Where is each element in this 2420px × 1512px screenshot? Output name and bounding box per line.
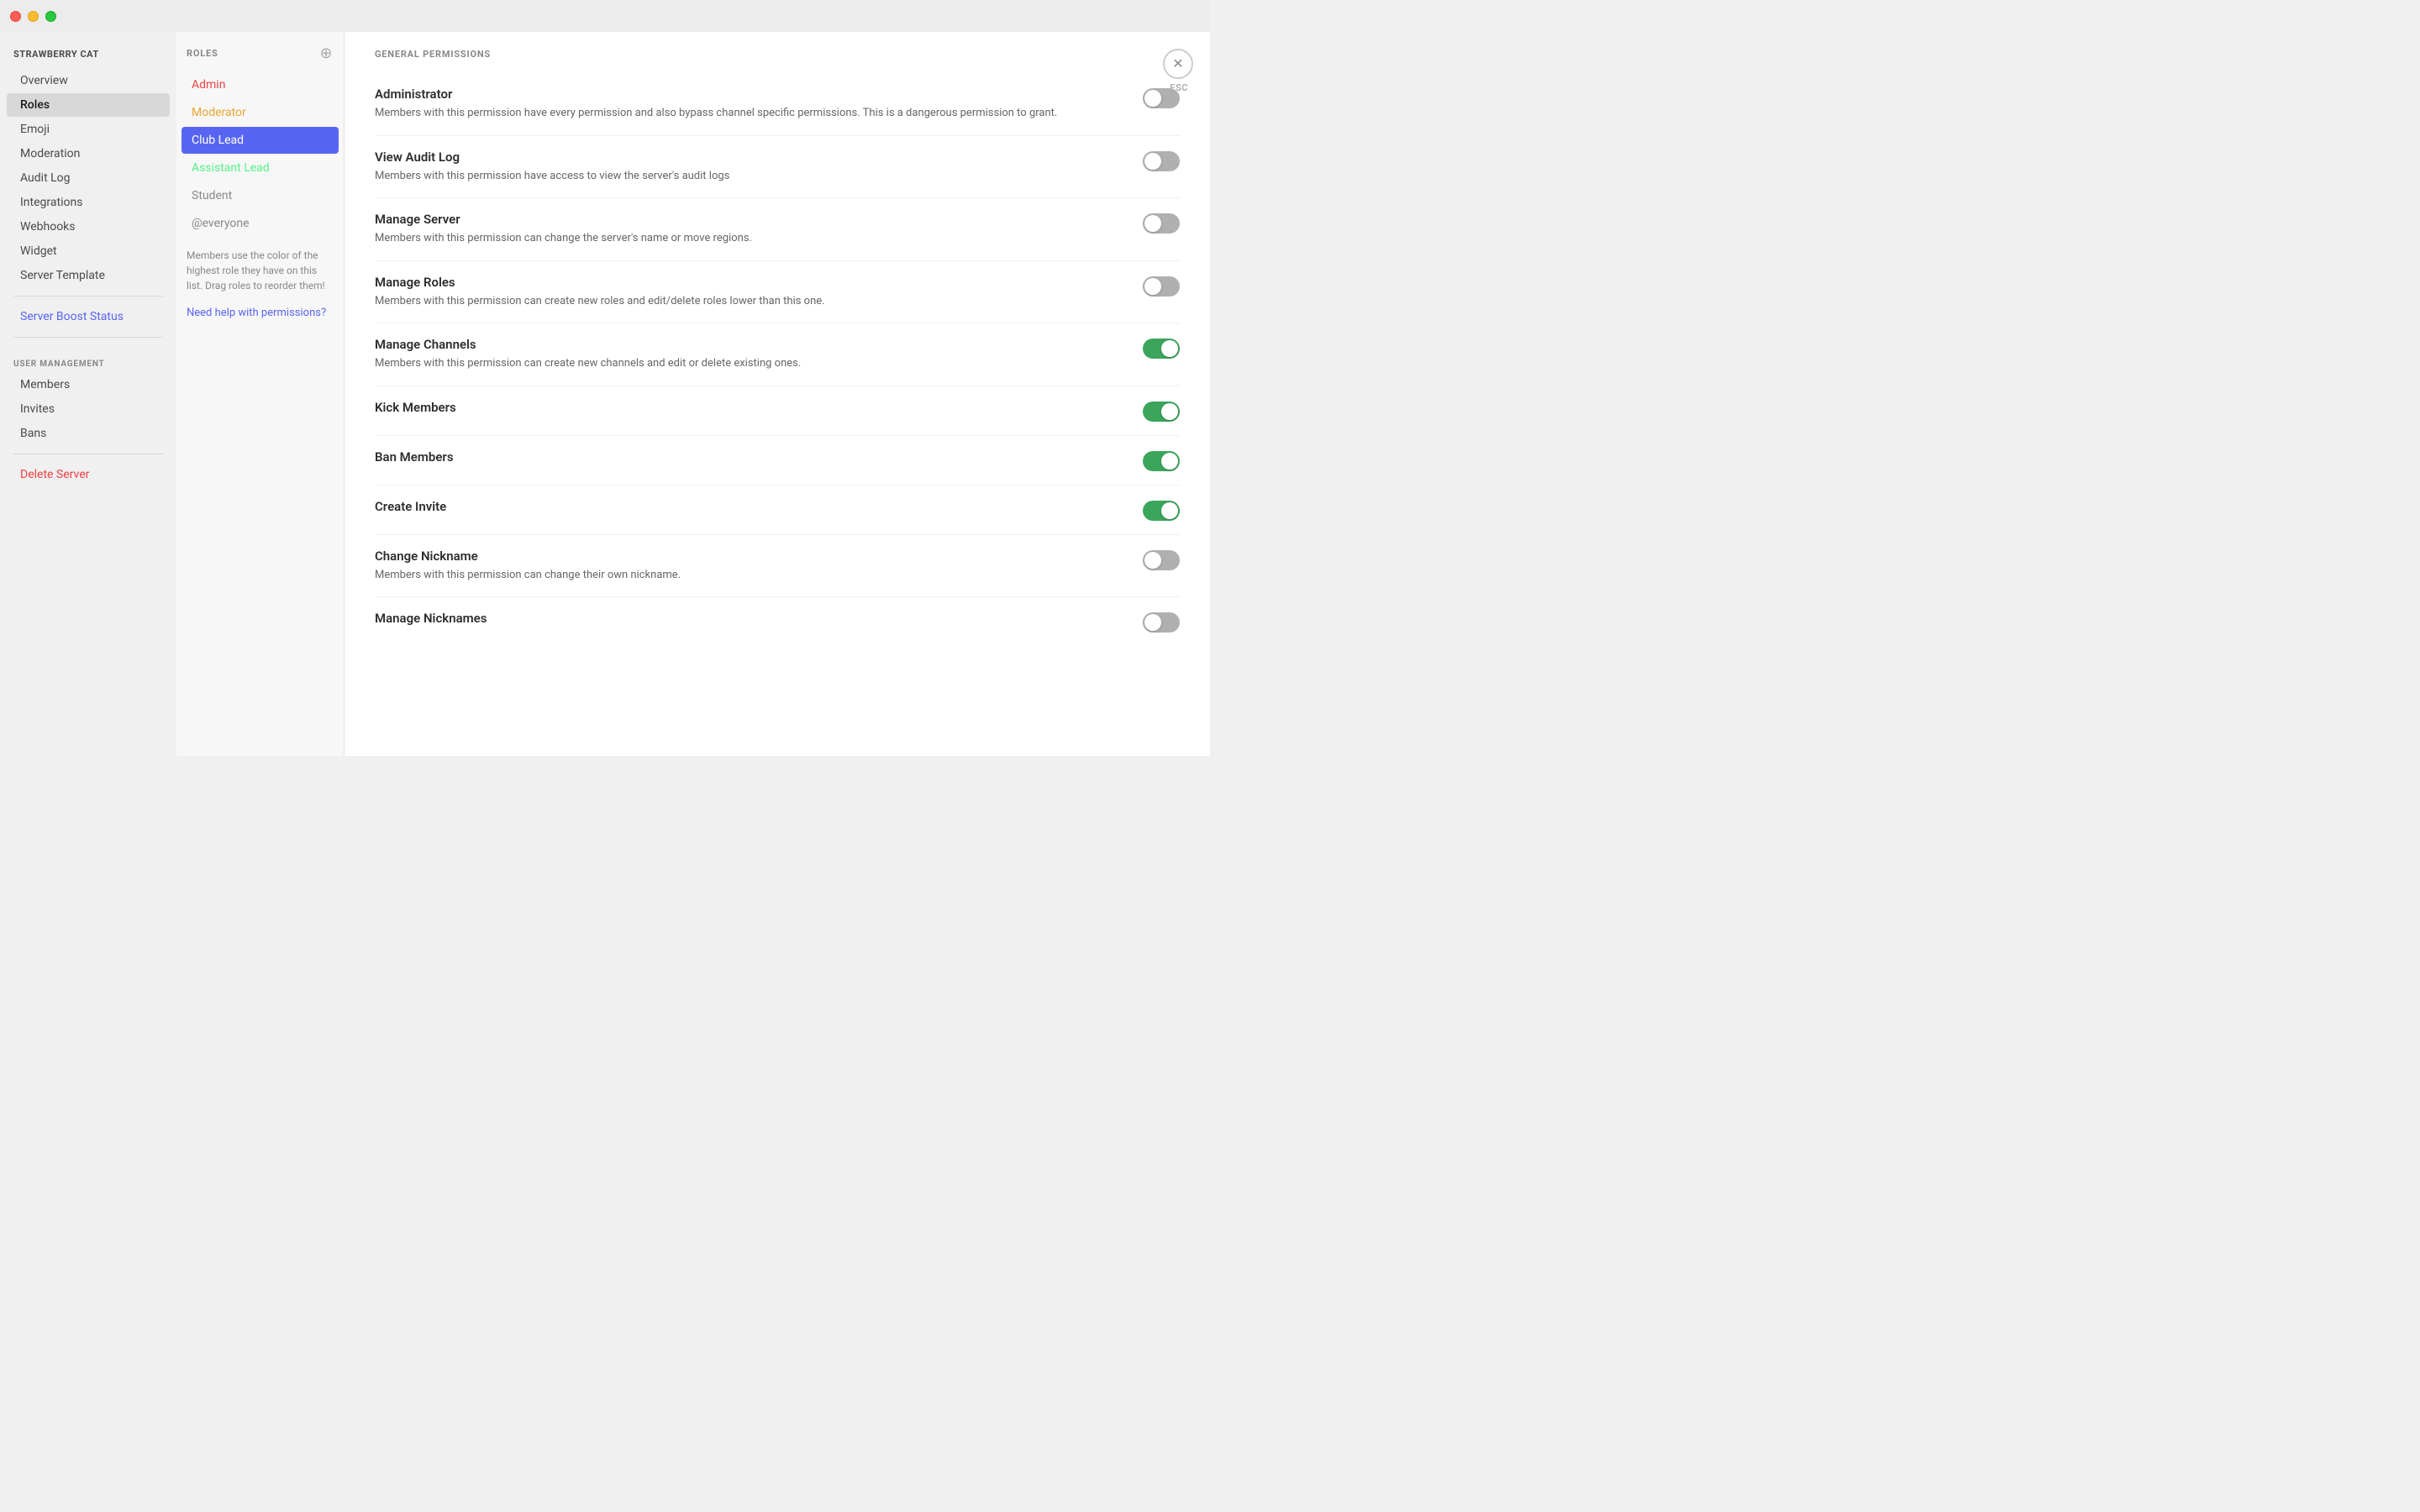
- toggle-administrator[interactable]: [1143, 88, 1180, 108]
- roles-header: ROLES ⊕: [176, 45, 344, 71]
- permission-name-view-audit-log: View Audit Log: [375, 150, 1126, 165]
- permission-name-manage-server: Manage Server: [375, 212, 1126, 227]
- toggle-kick-members[interactable]: [1143, 402, 1180, 422]
- toggle-container-view-audit-log: [1143, 150, 1180, 171]
- permissions-panel: ✕ ESC GENERAL PERMISSIONS AdministratorM…: [345, 32, 1210, 756]
- sidebar-item-moderation[interactable]: Moderation: [7, 142, 170, 165]
- role-item-student[interactable]: Student: [182, 182, 339, 209]
- sidebar-item-emoji[interactable]: Emoji: [7, 118, 170, 141]
- toggle-view-audit-log[interactable]: [1143, 151, 1180, 171]
- title-bar: [0, 0, 1210, 32]
- permission-desc-manage-server: Members with this permission can change …: [375, 230, 1126, 247]
- permission-name-administrator: Administrator: [375, 87, 1126, 102]
- role-item-everyone[interactable]: @everyone: [182, 210, 339, 237]
- permission-desc-view-audit-log: Members with this permission have access…: [375, 168, 1126, 185]
- sidebar-divider-2: [13, 337, 163, 338]
- toggle-create-invite[interactable]: [1143, 501, 1180, 521]
- toggle-container-create-invite: [1143, 499, 1180, 521]
- roles-header-label: ROLES: [187, 48, 218, 59]
- add-role-button[interactable]: ⊕: [318, 45, 334, 60]
- permission-name-manage-channels: Manage Channels: [375, 337, 1126, 352]
- permission-desc-change-nickname: Members with this permission can change …: [375, 567, 1126, 584]
- toggle-manage-roles[interactable]: [1143, 276, 1180, 297]
- need-help-link[interactable]: Need help with permissions?: [176, 303, 344, 323]
- permission-row-ban-members: Ban Members: [375, 436, 1180, 486]
- permission-name-manage-roles: Manage Roles: [375, 275, 1126, 290]
- user-management-label: USER MANAGEMENT: [0, 346, 176, 372]
- permission-info-kick-members: Kick Members: [375, 400, 1143, 418]
- permission-info-manage-nicknames: Manage Nicknames: [375, 611, 1143, 629]
- sidebar-item-audit-log[interactable]: Audit Log: [7, 166, 170, 190]
- toggle-container-manage-nicknames: [1143, 611, 1180, 633]
- role-item-club-lead[interactable]: Club Lead: [182, 127, 339, 154]
- permission-desc-manage-roles: Members with this permission can create …: [375, 293, 1126, 310]
- permission-info-manage-roles: Manage Roles Members with this permission…: [375, 275, 1143, 310]
- toggle-manage-server[interactable]: [1143, 213, 1180, 234]
- toggle-manage-channels[interactable]: [1143, 339, 1180, 359]
- sidebar-item-delete-server[interactable]: Delete Server: [7, 463, 170, 486]
- permissions-section-label: GENERAL PERMISSIONS: [375, 49, 1180, 60]
- permissions-list: Administrator Members with this permissio…: [375, 73, 1180, 646]
- toggle-container-manage-channels: [1143, 337, 1180, 359]
- permission-row-manage-roles: Manage Roles Members with this permission…: [375, 261, 1180, 324]
- toggle-container-manage-server: [1143, 212, 1180, 234]
- sidebar-item-members[interactable]: Members: [7, 373, 170, 396]
- permission-row-kick-members: Kick Members: [375, 386, 1180, 436]
- main-nav: OverviewRolesEmojiModerationAudit LogInt…: [0, 69, 176, 287]
- permission-info-create-invite: Create Invite: [375, 499, 1143, 517]
- permission-desc-administrator: Members with this permission have every …: [375, 105, 1126, 122]
- toggle-manage-nicknames[interactable]: [1143, 612, 1180, 633]
- toggle-container-ban-members: [1143, 449, 1180, 471]
- permission-desc-manage-channels: Members with this permission can create …: [375, 355, 1126, 372]
- roles-panel: ROLES ⊕ AdminModeratorClub LeadAssistant…: [176, 32, 345, 756]
- sidebar-item-server-boost-status[interactable]: Server Boost Status: [7, 305, 170, 328]
- sidebar-item-integrations[interactable]: Integrations: [7, 191, 170, 214]
- toggle-container-change-nickname: [1143, 549, 1180, 570]
- permission-name-manage-nicknames: Manage Nicknames: [375, 611, 1126, 626]
- roles-hint: Members use the color of the highest rol…: [176, 238, 344, 303]
- permission-info-manage-server: Manage Server Members with this permissio…: [375, 212, 1143, 247]
- close-icon[interactable]: ✕: [1163, 49, 1193, 79]
- role-item-moderator[interactable]: Moderator: [182, 99, 339, 126]
- sidebar-item-widget[interactable]: Widget: [7, 239, 170, 263]
- left-sidebar: STRAWBERRY CAT OverviewRolesEmojiModerat…: [0, 32, 176, 756]
- permission-name-kick-members: Kick Members: [375, 400, 1126, 415]
- main-content: STRAWBERRY CAT OverviewRolesEmojiModerat…: [0, 32, 1210, 756]
- server-name: STRAWBERRY CAT: [0, 49, 176, 68]
- role-item-assistant-lead[interactable]: Assistant Lead: [182, 155, 339, 181]
- permission-row-manage-nicknames: Manage Nicknames: [375, 597, 1180, 646]
- close-button[interactable]: [10, 11, 21, 22]
- permission-name-create-invite: Create Invite: [375, 499, 1126, 514]
- permission-info-administrator: Administrator Members with this permissio…: [375, 87, 1143, 122]
- sidebar-item-webhooks[interactable]: Webhooks: [7, 215, 170, 239]
- permission-info-view-audit-log: View Audit Log Members with this permissi…: [375, 150, 1143, 185]
- minimize-button[interactable]: [28, 11, 39, 22]
- permission-row-administrator: Administrator Members with this permissio…: [375, 73, 1180, 136]
- permission-row-manage-channels: Manage Channels Members with this permiss…: [375, 323, 1180, 386]
- sidebar-item-server-template[interactable]: Server Template: [7, 264, 170, 287]
- permission-row-view-audit-log: View Audit Log Members with this permissi…: [375, 136, 1180, 199]
- permission-row-create-invite: Create Invite: [375, 486, 1180, 535]
- user-management-nav: MembersInvitesBans: [0, 373, 176, 445]
- permission-row-manage-server: Manage Server Members with this permissio…: [375, 198, 1180, 261]
- permission-row-change-nickname: Change Nickname Members with this permiss…: [375, 535, 1180, 598]
- permission-name-ban-members: Ban Members: [375, 449, 1126, 465]
- sidebar-item-bans[interactable]: Bans: [7, 422, 170, 445]
- maximize-button[interactable]: [45, 11, 56, 22]
- permission-name-change-nickname: Change Nickname: [375, 549, 1126, 564]
- roles-list: AdminModeratorClub LeadAssistant LeadStu…: [176, 71, 344, 237]
- sidebar-item-invites[interactable]: Invites: [7, 397, 170, 421]
- permission-info-ban-members: Ban Members: [375, 449, 1143, 468]
- toggle-container-administrator: [1143, 87, 1180, 108]
- role-item-admin[interactable]: Admin: [182, 71, 339, 98]
- permission-info-manage-channels: Manage Channels Members with this permiss…: [375, 337, 1143, 372]
- toggle-container-manage-roles: [1143, 275, 1180, 297]
- permission-info-change-nickname: Change Nickname Members with this permiss…: [375, 549, 1143, 584]
- sidebar-item-roles[interactable]: Roles: [7, 93, 170, 117]
- sidebar-item-overview[interactable]: Overview: [7, 69, 170, 92]
- toggle-container-kick-members: [1143, 400, 1180, 422]
- sidebar-divider-1: [13, 296, 163, 297]
- toggle-change-nickname[interactable]: [1143, 550, 1180, 570]
- toggle-ban-members[interactable]: [1143, 451, 1180, 471]
